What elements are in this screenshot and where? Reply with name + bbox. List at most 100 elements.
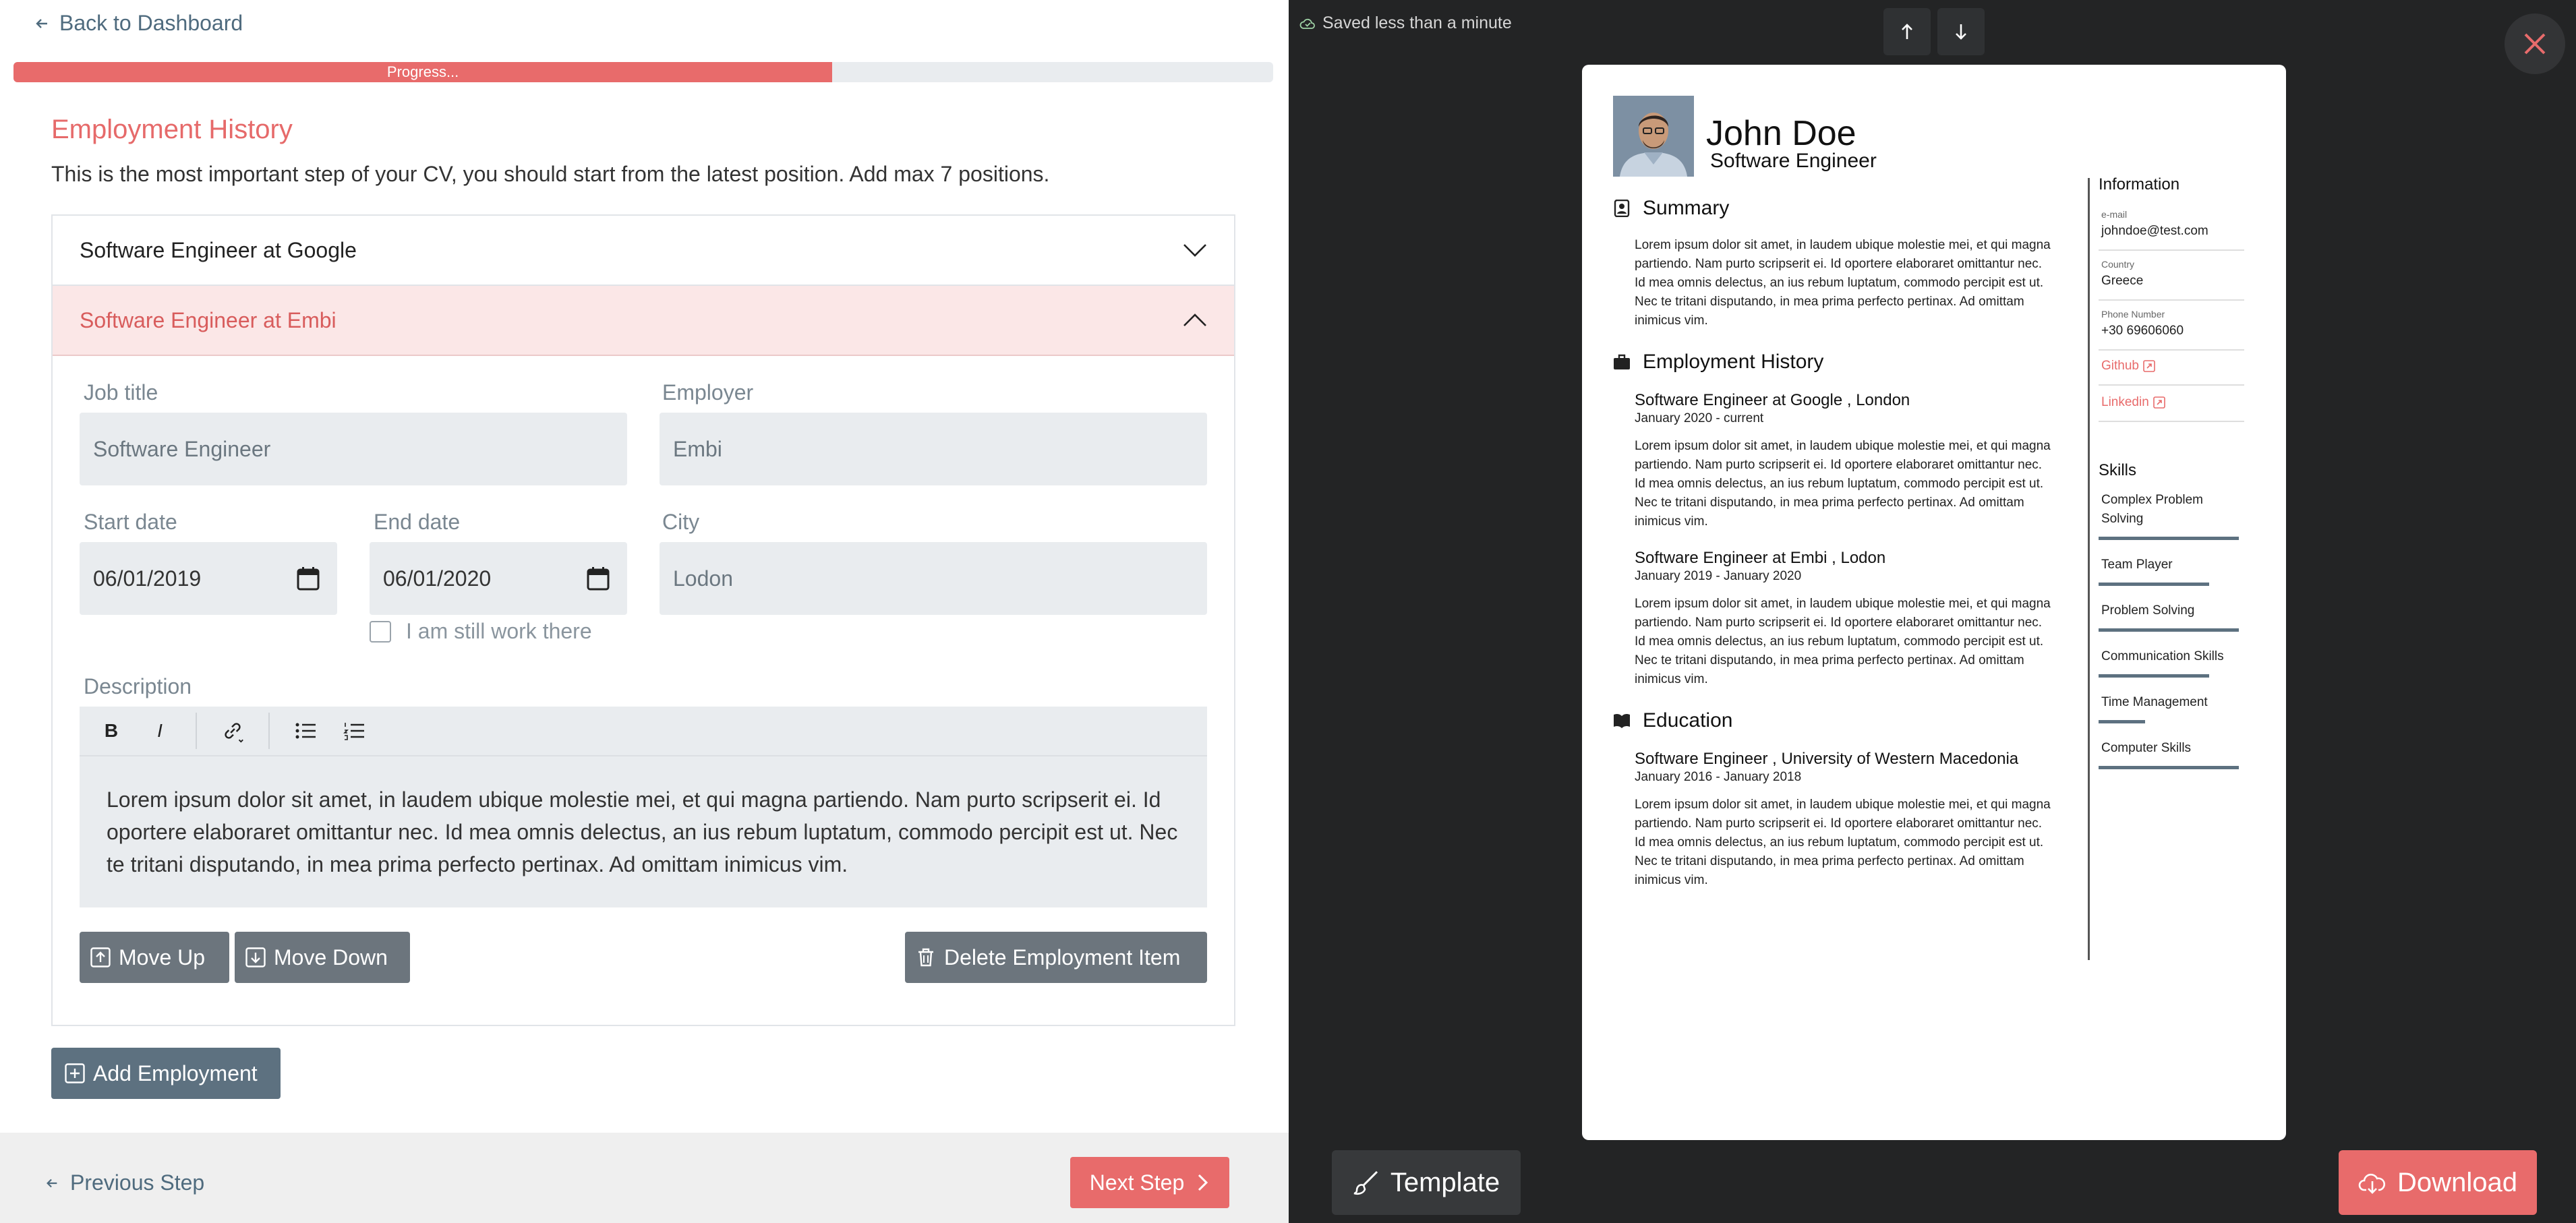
info-divider xyxy=(2099,421,2244,422)
book-open-icon xyxy=(1614,713,1630,728)
accordion-item-embi[interactable]: Software Engineer at Embi xyxy=(53,286,1234,356)
chevron-up-icon xyxy=(1183,314,1206,326)
skill-name: Problem Solving xyxy=(2101,603,2195,618)
info-divider xyxy=(2099,299,2244,301)
add-employment-button[interactable]: Add Employment xyxy=(51,1048,281,1099)
still-working-checkbox[interactable] xyxy=(370,620,391,643)
brush-icon xyxy=(1353,1170,1378,1195)
country-label: Country xyxy=(2101,259,2135,270)
close-icon xyxy=(2524,33,2546,55)
github-label: Github xyxy=(2101,359,2139,373)
next-step-button[interactable]: Next Step xyxy=(1070,1157,1229,1208)
calendar-icon[interactable] xyxy=(297,566,320,591)
numbered-list-button[interactable] xyxy=(341,718,367,744)
end-date-input[interactable]: 06/01/2020 xyxy=(370,542,627,615)
skill-level-bar xyxy=(2099,720,2145,723)
cv-job-text: Lorem ipsum dolor sit amet, in laudem ub… xyxy=(1635,439,2051,529)
rich-text-toolbar: B I xyxy=(80,707,1207,756)
summary-text: Lorem ipsum dolor sit amet, in laudem ub… xyxy=(1635,238,2051,328)
arrow-down-icon xyxy=(1956,24,1966,40)
download-button[interactable]: Download xyxy=(2339,1150,2537,1215)
accordion-item-label: Software Engineer at Embi xyxy=(80,307,336,332)
city-value: Lodon xyxy=(673,566,733,591)
template-button[interactable]: Template xyxy=(1332,1150,1521,1215)
chevron-right-icon xyxy=(1198,1174,1208,1191)
job-title-input[interactable]: Software Engineer xyxy=(80,413,627,485)
skill-level-bar xyxy=(2099,674,2209,678)
skill-level-bar xyxy=(2099,766,2239,769)
still-working-label: I am still work there xyxy=(406,619,592,643)
city-label: City xyxy=(662,510,700,534)
cv-job-role: Software Engineer at Embi , Lodon xyxy=(1635,549,1886,567)
progress-fill: Progress... xyxy=(13,62,833,82)
italic-button[interactable]: I xyxy=(147,718,173,744)
cv-job-dates: January 2019 - January 2020 xyxy=(1635,569,1802,583)
toolbar-divider xyxy=(268,713,270,749)
save-status: Saved less than a minute xyxy=(1299,13,1512,33)
employment-heading: Employment History xyxy=(1613,351,1823,374)
bullet-list-icon xyxy=(295,723,316,739)
arrow-left-icon xyxy=(36,18,47,28)
bold-button[interactable]: B xyxy=(98,718,124,744)
employer-value: Embi xyxy=(673,436,722,461)
progress-label: Progress... xyxy=(386,63,459,80)
education-heading: Education xyxy=(1613,709,1732,732)
cloud-check-icon xyxy=(1299,18,1315,29)
avatar xyxy=(1613,96,1694,177)
next-step-label: Next Step xyxy=(1089,1170,1185,1195)
link-icon xyxy=(225,723,243,743)
chevron-down-icon xyxy=(1183,244,1206,257)
job-title-label: Job title xyxy=(84,380,158,405)
github-link[interactable]: Github xyxy=(2101,359,2155,374)
cloud-download-icon xyxy=(2358,1173,2386,1194)
linkedin-link[interactable]: Linkedin xyxy=(2101,395,2165,410)
calendar-icon[interactable] xyxy=(587,566,610,591)
save-status-text: Saved less than a minute xyxy=(1322,13,1512,32)
person-badge-icon xyxy=(1614,200,1630,217)
summary-heading: Summary xyxy=(1613,197,1729,220)
move-up-label: Move Up xyxy=(119,945,206,970)
info-divider xyxy=(2099,349,2244,351)
person-photo-icon xyxy=(1613,96,1694,177)
back-label: Back to Dashboard xyxy=(59,11,243,35)
description-editor[interactable]: Lorem ipsum dolor sit amet, in laudem ub… xyxy=(80,756,1207,907)
job-title-value: Software Engineer xyxy=(93,436,271,461)
previous-step-label: Previous Step xyxy=(70,1170,205,1195)
section-title: Employment History xyxy=(51,115,293,144)
employment-title: Employment History xyxy=(1643,351,1824,373)
phone-label: Phone Number xyxy=(2101,309,2165,320)
delete-label: Delete Employment Item xyxy=(944,945,1181,970)
start-date-input[interactable]: 06/01/2019 xyxy=(80,542,337,615)
section-description: This is the most important step of your … xyxy=(51,162,1050,186)
back-to-dashboard-link[interactable]: Back to Dashboard xyxy=(34,11,243,36)
arrow-down-square-icon xyxy=(245,947,266,967)
preview-panel: Saved less than a minute John Doe Softwa… xyxy=(1289,0,2576,1223)
previous-step-link[interactable]: Previous Step xyxy=(45,1170,204,1195)
move-up-button[interactable]: Move Up xyxy=(80,932,229,983)
delete-employment-button[interactable]: Delete Employment Item xyxy=(905,932,1207,983)
progress-bar: Progress... xyxy=(13,62,1273,82)
cv-job-role: Software Engineer at Google , London xyxy=(1635,391,1910,409)
move-down-button[interactable]: Move Down xyxy=(235,932,410,983)
cv-job-dates: January 2020 - current xyxy=(1635,411,1764,425)
download-label: Download xyxy=(2397,1167,2517,1197)
start-date-label: Start date xyxy=(84,510,177,534)
info-divider xyxy=(2099,384,2244,386)
skill-level-bar xyxy=(2099,628,2239,632)
page-down-button[interactable] xyxy=(1937,8,1985,55)
accordion-item-google[interactable]: Software Engineer at Google xyxy=(53,216,1234,286)
city-input[interactable]: Lodon xyxy=(660,542,1207,615)
information-title: Information xyxy=(2099,175,2180,193)
bullet-list-button[interactable] xyxy=(293,718,318,744)
close-preview-button[interactable] xyxy=(2505,13,2565,74)
start-date-value: 06/01/2019 xyxy=(93,566,202,591)
end-date-label: End date xyxy=(374,510,461,534)
move-down-label: Move Down xyxy=(274,945,388,970)
employer-input[interactable]: Embi xyxy=(660,413,1207,485)
link-button[interactable] xyxy=(220,718,245,744)
page-up-button[interactable] xyxy=(1883,8,1931,55)
external-link-icon xyxy=(2143,360,2155,372)
email-value: johndoe@test.com xyxy=(2101,224,2208,238)
cv-title: Software Engineer xyxy=(1710,150,1877,172)
description-label: Description xyxy=(84,674,192,698)
